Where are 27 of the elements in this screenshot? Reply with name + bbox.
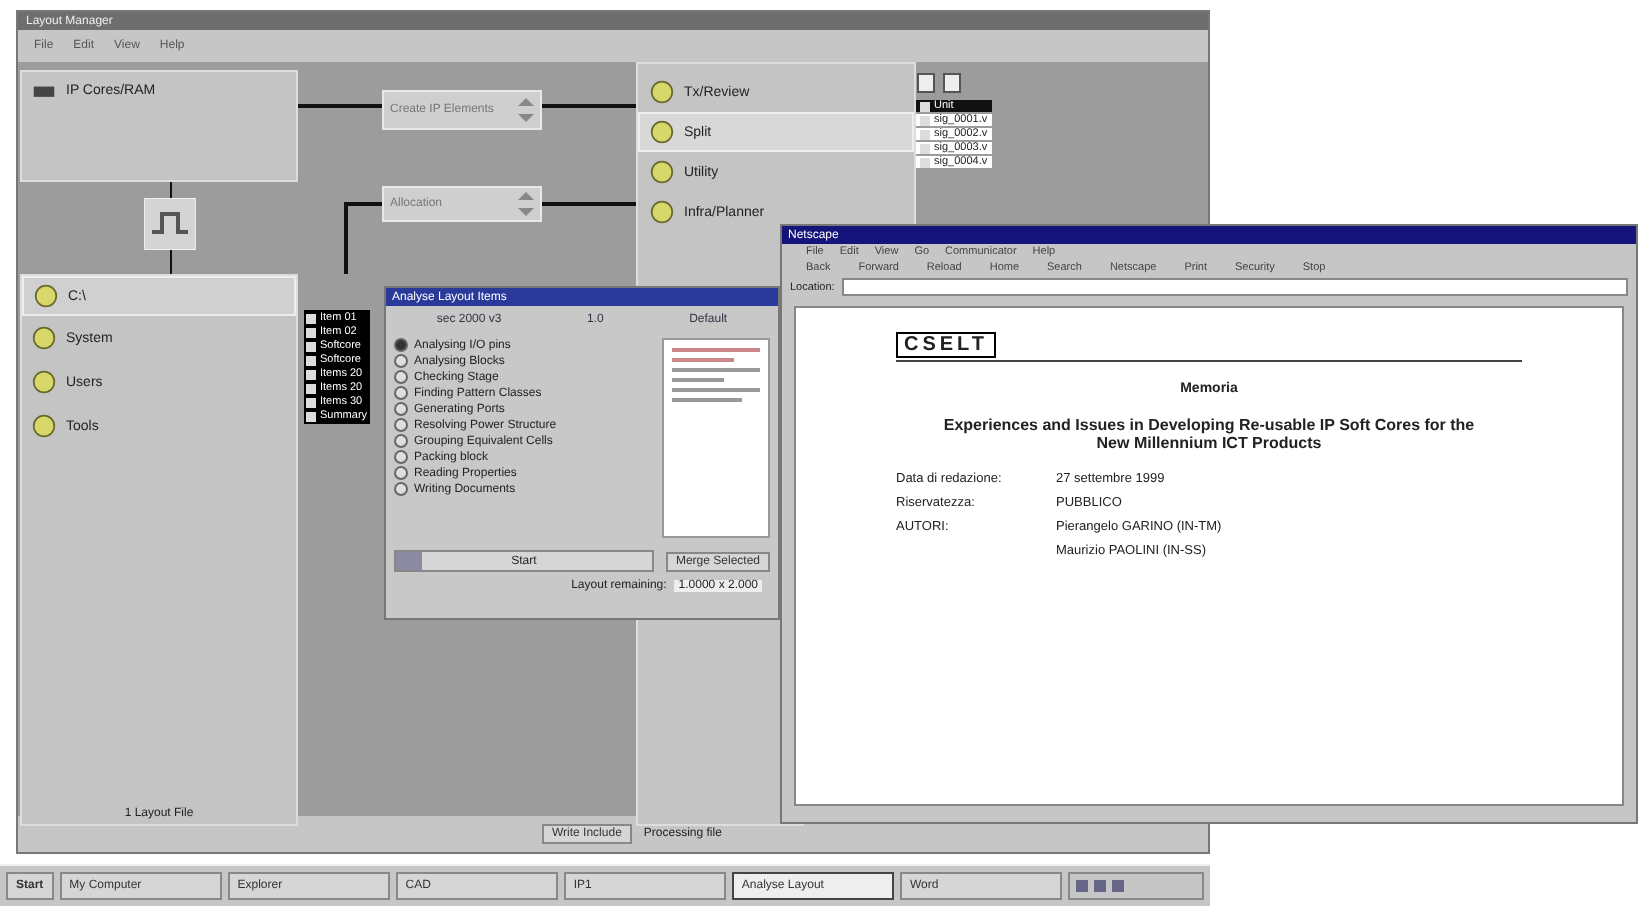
folder-icon [32, 326, 56, 350]
pulse-icon[interactable] [144, 198, 196, 250]
folder-icon [32, 370, 56, 394]
radio-icon[interactable] [394, 370, 408, 384]
arrows-icon [518, 192, 534, 216]
document-icon[interactable] [942, 72, 962, 94]
radio-icon[interactable] [394, 482, 408, 496]
radio-icon[interactable] [394, 450, 408, 464]
document-icon[interactable] [916, 72, 936, 94]
radio-icon[interactable] [394, 354, 408, 368]
radio-icon[interactable] [394, 386, 408, 400]
folder-icon [650, 120, 674, 144]
radio-icon[interactable] [394, 466, 408, 480]
folder-icon [650, 160, 674, 184]
document-logo: CSELT [896, 332, 997, 358]
folder-icon [650, 200, 674, 224]
radio-icon[interactable] [394, 418, 408, 432]
document-title: Experiences and Issues in Developing Re-usable IP Soft Cores for the New Millennium ICT Products [941, 416, 1477, 452]
folder-icon [32, 414, 56, 438]
arrows-icon [518, 98, 534, 122]
folder-icon [650, 80, 674, 104]
folder-icon [34, 284, 58, 308]
radio-icon[interactable] [394, 338, 408, 352]
system-tray [1068, 872, 1205, 900]
radio-icon[interactable] [394, 434, 408, 448]
location-field[interactable] [842, 278, 1628, 296]
radio-icon[interactable] [394, 402, 408, 416]
